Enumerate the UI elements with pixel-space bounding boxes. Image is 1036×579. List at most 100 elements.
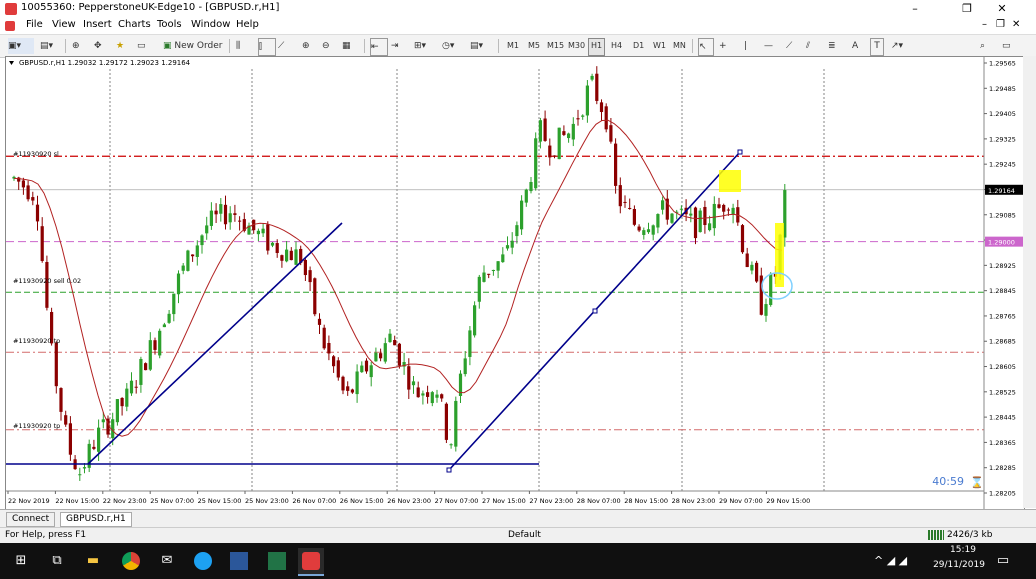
clock-date[interactable]: 29/11/2019 [932,560,986,570]
tray-icons[interactable]: ^ ◢ ◢ [874,554,907,567]
candle [360,361,364,373]
templates-icon[interactable]: ▤▾ [470,38,492,54]
horizontal-line-icon[interactable]: — [764,38,778,54]
chart-shift-icon[interactable]: ⇥ [391,38,407,54]
candle [355,364,359,403]
menu-tools[interactable]: Tools [157,19,182,30]
new-chart-icon[interactable]: ▣▾ [8,38,34,54]
candle [632,205,636,227]
price-chart[interactable]: GBPUSD.r,H1 1.29032 1.29172 1.29023 1.29… [6,57,1024,509]
candle [261,223,265,238]
candle-body [167,313,171,323]
candle [35,195,40,231]
candle-body [148,340,152,370]
clock-time[interactable]: 15:19 [944,545,982,555]
mail-icon[interactable]: ✉ [154,548,180,574]
tab-gbpusd-h1[interactable]: GBPUSD.r,H1 [60,512,132,527]
zoom-in-icon[interactable]: ⊕ [302,38,318,54]
candle [289,247,293,261]
trendline-icon[interactable]: ⟋ [786,38,800,54]
timeframe-m1[interactable]: M1 [505,38,521,54]
candle [388,329,392,343]
menu-charts[interactable]: Charts [118,19,151,30]
price-scale-label: 1.29565 [989,60,1016,68]
timeframe-m15[interactable]: M15 [545,38,566,54]
fibonacci-icon[interactable]: ≣ [828,38,842,54]
twitter-icon[interactable] [190,548,216,574]
chrome-icon[interactable] [118,548,144,574]
candle-body [473,305,477,336]
candle-body [336,360,340,378]
candlestick-icon[interactable]: ⫿ [258,38,276,56]
start-windows-icon[interactable]: ⊞ [8,548,34,574]
menu-help[interactable]: Help [236,19,259,30]
autoscroll-icon[interactable]: ⇤ [370,38,388,56]
close-button[interactable]: ✕ [985,0,1019,18]
text-icon[interactable]: A [852,38,864,54]
terminal-icon[interactable]: ▭ [137,38,153,54]
candle-body [642,230,646,235]
label-icon[interactable]: T [870,38,884,56]
vertical-scrollbar[interactable] [1023,56,1036,508]
candle [228,206,232,230]
minimize-button[interactable]: – [898,0,932,18]
candle-body [214,210,218,215]
candle [604,103,608,133]
metatrader-icon[interactable] [298,548,324,576]
timeframe-h4[interactable]: H4 [609,38,624,54]
timeframe-m5[interactable]: M5 [526,38,542,54]
tile-windows-icon[interactable]: ▦ [342,38,358,54]
candle-body [285,249,289,262]
time-scale-label: 25 Nov 07:00 [150,497,194,505]
profiles-icon[interactable]: ▤▾ [40,38,60,54]
tab-connect[interactable]: Connect [6,512,56,527]
equidistant-channel-icon[interactable]: ⫽ [806,38,820,54]
candle-body [491,269,495,272]
timeframe-w1[interactable]: W1 [651,38,668,54]
menu-window[interactable]: Window [191,19,230,30]
data-window-icon[interactable]: ✥ [94,38,110,54]
candle-body [444,403,448,440]
chat-icon[interactable]: ▭ [1002,38,1016,54]
candle-body [571,123,575,140]
search-icon[interactable]: ⌕ [980,38,994,54]
menu-view[interactable]: View [52,19,76,30]
chart-window[interactable]: GBPUSD.r,H1 1.29032 1.29172 1.29023 1.29… [5,56,1025,510]
indicators-icon[interactable]: ⊞▾ [414,38,436,54]
menu-insert[interactable]: Insert [83,19,112,30]
maximize-button[interactable]: ❐ [950,0,984,18]
header-triangle-icon [9,61,14,65]
timeframe-h1[interactable]: H1 [588,38,606,56]
candle-body [355,371,359,395]
candle [327,335,331,361]
menu-file[interactable]: File [26,19,43,30]
periods-icon[interactable]: ◷▾ [442,38,464,54]
timeframe-m30[interactable]: M30 [566,38,587,54]
timeframe-d1[interactable]: D1 [631,38,646,54]
price-scale-label: 1.29325 [989,135,1016,143]
toolbar-separator [364,39,365,53]
crosshair-icon[interactable]: + [719,38,733,54]
notifications-icon[interactable]: ▭ [990,548,1016,574]
child-maximize-button[interactable]: ❐ [996,19,1005,30]
cursor-icon[interactable]: ↖ [698,38,714,56]
candle [491,269,495,276]
candle [416,381,420,398]
new-order-button[interactable]: ▣ New Order [163,38,223,54]
task-view-icon[interactable]: ⧉ [44,548,70,574]
bar-chart-icon[interactable]: ⫼ [236,38,252,54]
market-watch-icon[interactable]: ⊕ [72,38,88,54]
zoom-out-icon[interactable]: ⊖ [322,38,338,54]
child-close-button[interactable]: ✕ [1012,19,1020,30]
arrows-icon[interactable]: ↗▾ [891,38,913,54]
line-chart-icon[interactable]: ⟋ [278,38,294,54]
word-icon[interactable] [226,548,252,574]
vertical-line-icon[interactable]: | [744,38,758,54]
timeframe-mn[interactable]: MN [671,38,688,54]
excel-icon[interactable] [264,548,290,574]
candle [614,138,618,194]
child-minimize-button[interactable]: – [982,19,987,30]
navigator-icon[interactable]: ★ [116,38,132,54]
file-explorer-icon[interactable]: ▬ [80,548,106,574]
price-scale-label: 1.28365 [989,439,1016,447]
